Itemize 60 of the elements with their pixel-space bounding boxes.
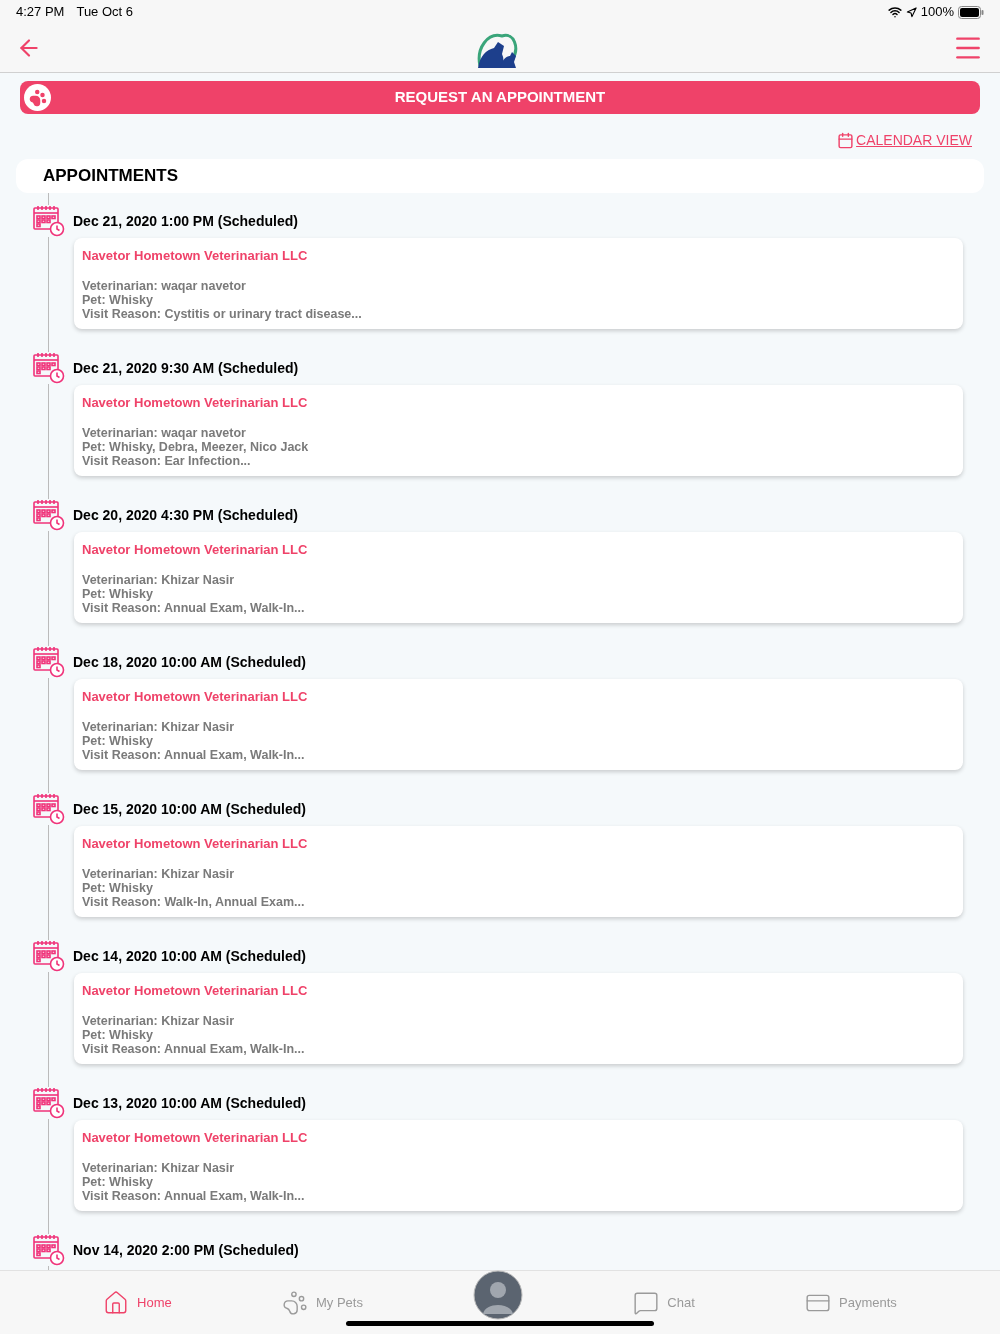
veterinarian-text: Veterinarian: waqar navetor [82, 279, 247, 293]
appointment-datetime: Dec 15, 2020 10:00 AM (Scheduled) [73, 799, 306, 819]
request-appointment-button[interactable]: REQUEST AN APPOINTMENT [20, 81, 980, 114]
clinic-name: Navetor Hometown Veterinarian LLC [82, 982, 309, 1000]
visit-reason-text: Visit Reason: Annual Exam, Walk-In... [82, 748, 306, 762]
pet-text: Pet: Whisky [82, 881, 154, 895]
appointment-card[interactable]: Navetor Hometown Veterinarian LLC Veterinarian: Khizar Nasir Pet: Whisky Visit Reason: Annual Exam, Walk-In... [74, 973, 963, 1064]
appointment-card[interactable]: Navetor Hometown Veterinarian LLC Veterinarian: waqar navetor Pet: Whisky Visit Reason: Cystitis or urinary tract disease... [74, 238, 963, 329]
pet-text: Pet: Whisky [82, 293, 154, 307]
clinic-name: Navetor Hometown Veterinarian LLC [82, 835, 309, 853]
tab-item[interactable]: Payments [805, 1289, 897, 1316]
appointment-card[interactable]: Navetor Hometown Veterinarian LLC Veterinarian: Khizar Nasir Pet: Whisky Visit Reason: Annual Exam, Walk-In... [74, 532, 963, 623]
visit-reason-text: Visit Reason: Cystitis or urinary tract disease... [82, 307, 363, 321]
paw-icon [28, 88, 47, 107]
tab-item[interactable]: Home [103, 1289, 172, 1316]
clinic-name: Navetor Hometown Veterinarian LLC [82, 1129, 309, 1147]
clinic-name: Navetor Hometown Veterinarian LLC [82, 394, 309, 412]
location-icon [905, 6, 917, 18]
appointment-datetime: Nov 14, 2020 2:00 PM (Scheduled) [73, 1240, 299, 1260]
veterinarian-text: Veterinarian: Khizar Nasir [82, 867, 236, 881]
appointment-datetime: Dec 13, 2020 10:00 AM (Scheduled) [73, 1093, 306, 1113]
pet-text: Pet: Whisky [82, 734, 154, 748]
visit-reason-text: Visit Reason: Annual Exam, Walk-In... [82, 1042, 306, 1056]
status-time: 4:27 PM [16, 3, 65, 22]
paw-icon [282, 1289, 308, 1316]
clinic-name: Navetor Hometown Veterinarian LLC [82, 688, 309, 706]
status-date: Tue Oct 6 [76, 3, 134, 22]
wifi-icon [887, 5, 902, 19]
calendar-icon [837, 132, 855, 149]
pet-text: Pet: Whisky [82, 1175, 154, 1189]
appointment-datetime: Dec 21, 2020 1:00 PM (Scheduled) [73, 211, 298, 231]
appointment-card[interactable]: Navetor Hometown Veterinarian LLC Veterinarian: Khizar Nasir Pet: Whisky Visit Reason: Walk-In, Annual Exam... [74, 826, 963, 917]
veterinarian-text: Veterinarian: Khizar Nasir [82, 1161, 236, 1175]
battery-icon [958, 5, 984, 19]
appointments-header: APPOINTMENTS [16, 159, 984, 193]
pet-text: Pet: Whisky [82, 587, 154, 601]
clinic-name: Navetor Hometown Veterinarian LLC [82, 541, 309, 559]
veterinarian-text: Veterinarian: Khizar Nasir [82, 720, 236, 734]
appointment-datetime: Dec 21, 2020 9:30 AM (Scheduled) [73, 358, 299, 378]
tab-item[interactable]: My Pets [282, 1289, 363, 1316]
battery-percent: 100% [920, 3, 954, 22]
visit-reason-text: Visit Reason: Walk-In, Annual Exam... [82, 895, 306, 909]
appointment-datetime: Dec 20, 2020 4:30 PM (Scheduled) [73, 505, 298, 525]
appointment-card[interactable]: Navetor Hometown Veterinarian LLC Veterinarian: waqar navetor Pet: Whisky, Debra, Meezer, Nico Jack Visit Reason: Ear Infection... [74, 385, 963, 476]
appointment-datetime: Dec 14, 2020 10:00 AM (Scheduled) [73, 946, 306, 966]
visit-reason-text: Visit Reason: Ear Infection... [82, 454, 252, 468]
veterinarian-text: Veterinarian: Khizar Nasir [82, 573, 236, 587]
calendar-view-link[interactable]: CALENDAR VIEW [837, 130, 972, 151]
appointment-card[interactable]: Navetor Hometown Veterinarian LLC Veterinarian: Khizar Nasir Pet: Whisky Visit Reason: Annual Exam, Walk-In... [74, 1120, 963, 1211]
pet-text: Pet: Whisky [82, 1028, 154, 1042]
appointment-card[interactable]: Navetor Hometown Veterinarian LLC Veterinarian: Khizar Nasir Pet: Whisky Visit Reason: Annual Exam, Walk-In... [74, 679, 963, 770]
veterinarian-text: Veterinarian: Khizar Nasir [82, 1014, 236, 1028]
visit-reason-text: Visit Reason: Annual Exam, Walk-In... [82, 1189, 306, 1203]
tab-item[interactable]: Chat [633, 1289, 695, 1316]
clinic-name: Navetor Hometown Veterinarian LLC [82, 247, 309, 265]
veterinarian-text: Veterinarian: waqar navetor [82, 426, 247, 440]
profile-avatar[interactable] [473, 1269, 524, 1320]
appointment-datetime: Dec 18, 2020 10:00 AM (Scheduled) [73, 652, 306, 672]
visit-reason-text: Visit Reason: Annual Exam, Walk-In... [82, 601, 306, 615]
pet-text: Pet: Whisky, Debra, Meezer, Nico Jack [82, 440, 310, 454]
